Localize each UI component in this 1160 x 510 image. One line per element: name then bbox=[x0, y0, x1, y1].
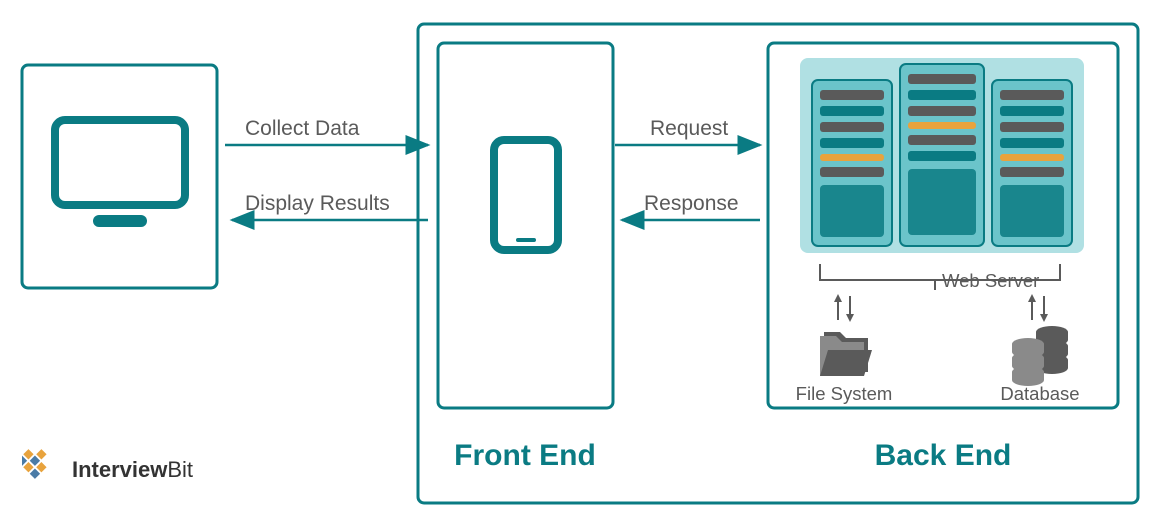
arrow-display-results: Display Results bbox=[232, 192, 428, 220]
arrow-collect-label: Collect Data bbox=[245, 117, 360, 140]
frontend-box bbox=[438, 43, 613, 408]
client-monitor bbox=[22, 65, 217, 288]
interviewbit-logo-icon bbox=[22, 448, 66, 492]
server-rack-icon bbox=[800, 58, 1084, 253]
filesystem-label: File System bbox=[796, 383, 893, 404]
arrow-collect-data: Collect Data bbox=[225, 117, 428, 145]
smartphone-icon bbox=[494, 140, 558, 250]
brand-text: InterviewBit bbox=[72, 457, 193, 483]
backend-label: Back End bbox=[875, 439, 1012, 472]
arrow-request: Request bbox=[615, 117, 760, 145]
database-group: Database bbox=[1000, 294, 1079, 404]
arrow-display-label: Display Results bbox=[245, 192, 390, 215]
arrow-response-label: Response bbox=[644, 192, 739, 215]
filesystem-group: File System bbox=[796, 294, 893, 404]
database-arrows-icon bbox=[1028, 294, 1048, 322]
webserver-bracket: Web Server bbox=[820, 264, 1060, 291]
monitor-icon bbox=[55, 120, 185, 227]
arrow-request-label: Request bbox=[650, 117, 728, 140]
webserver-label: Web Server bbox=[942, 270, 1039, 291]
brand-logo: InterviewBit bbox=[22, 448, 193, 492]
arrow-response: Response bbox=[622, 192, 760, 220]
filesystem-arrows-icon bbox=[834, 294, 854, 322]
database-label: Database bbox=[1000, 383, 1079, 404]
folder-icon bbox=[820, 332, 872, 376]
frontend-label: Front End bbox=[454, 439, 596, 472]
database-icon bbox=[1012, 326, 1068, 386]
